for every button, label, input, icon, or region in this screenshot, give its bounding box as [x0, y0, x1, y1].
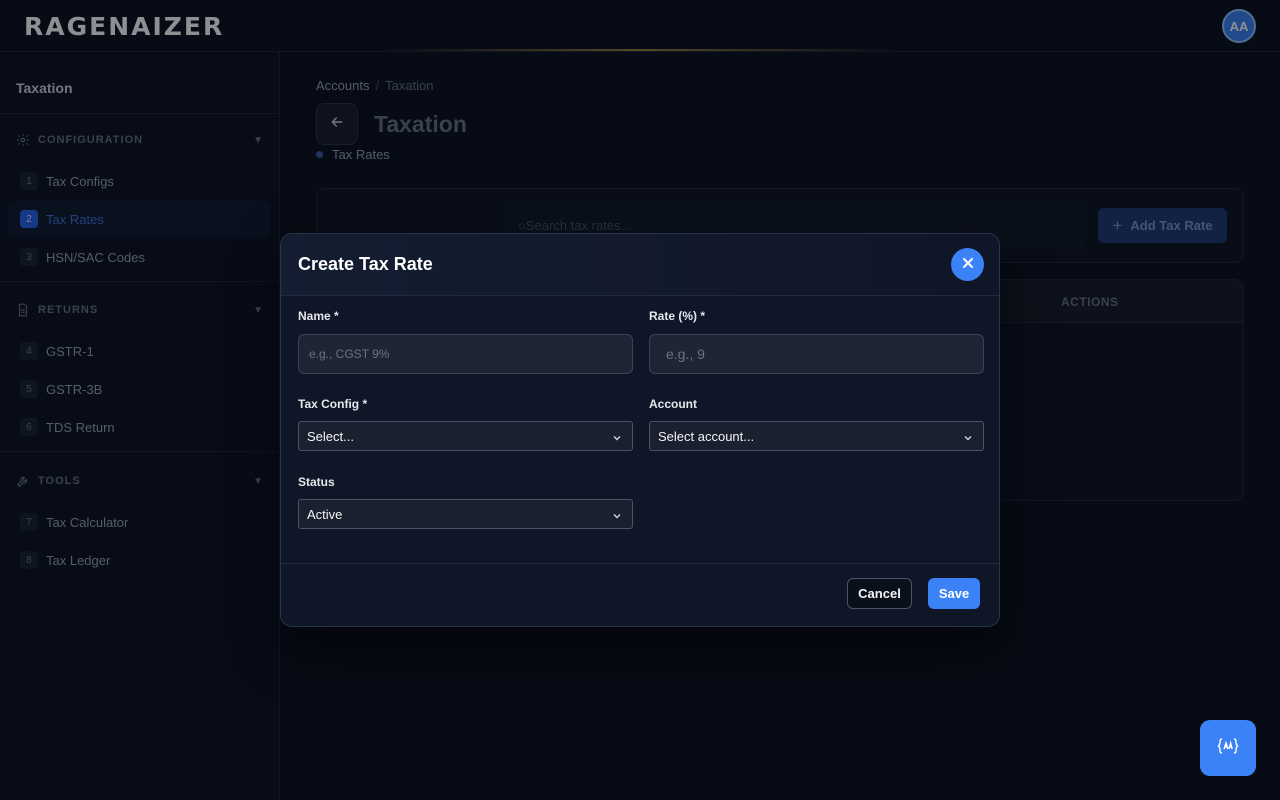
account-label: Account	[649, 397, 697, 411]
rate-label: Rate (%) *	[649, 309, 706, 323]
name-field[interactable]	[298, 334, 633, 374]
tax-config-select[interactable]: Select...	[298, 421, 633, 451]
modal-footer-divider	[281, 563, 999, 564]
modal-header: Create Tax Rate	[281, 234, 999, 296]
account-selected: Select account...	[658, 428, 755, 444]
status-select[interactable]: Active	[298, 499, 633, 529]
chevron-down-icon	[612, 431, 622, 441]
tax-config-label: Tax Config *	[298, 397, 368, 411]
create-tax-rate-modal: Create Tax Rate Name * Rate (%) * Tax Co…	[280, 233, 1000, 627]
ai-assistant-icon	[1214, 732, 1242, 765]
name-label: Name *	[298, 309, 339, 323]
rate-field[interactable]	[649, 334, 984, 374]
chevron-down-icon	[612, 509, 622, 519]
ai-assistant-button[interactable]	[1200, 720, 1256, 776]
close-icon	[962, 256, 974, 274]
status-selected: Active	[307, 506, 343, 522]
cancel-button[interactable]: Cancel	[847, 578, 912, 609]
tax-config-selected: Select...	[307, 428, 354, 444]
account-select[interactable]: Select account...	[649, 421, 984, 451]
save-button[interactable]: Save	[928, 578, 980, 609]
status-label: Status	[298, 475, 335, 489]
close-button[interactable]	[951, 248, 984, 281]
modal-title: Create Tax Rate	[298, 254, 433, 274]
chevron-down-icon	[963, 431, 973, 441]
